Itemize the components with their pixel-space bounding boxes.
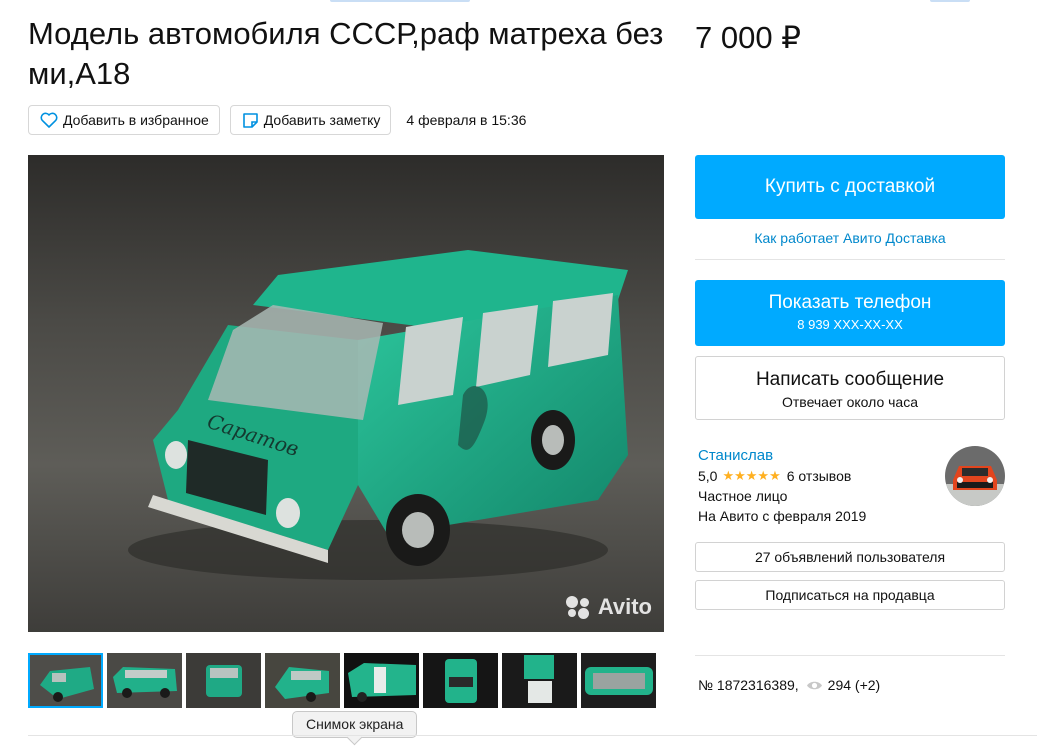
avito-watermark: Avito [565,594,652,620]
thumbnail[interactable] [423,653,498,708]
listing-actions: Добавить в избранное Добавить заметку 4 … [28,105,526,135]
how-delivery-works-link[interactable]: Как работает Авито Доставка [695,230,1005,246]
thumbnail-image [502,653,577,708]
thumbnail[interactable] [186,653,261,708]
toy-van-photo: Саратов [28,155,664,632]
seller-rating-row: 5,0 ★★★★★ 6 отзывов [698,466,938,486]
add-note-button[interactable]: Добавить заметку [229,105,392,135]
view-count: 294 (+2) [827,677,881,693]
thumbnail[interactable] [344,653,419,708]
listing-date: 4 февраля в 15:36 [406,112,527,128]
divider [695,259,1005,260]
add-to-favorites-button[interactable]: Добавить в избранное [28,105,220,135]
seller-since: На Авито с февраля 2019 [698,508,867,524]
thumbnail-image [344,653,419,708]
write-message-label: Написать сообщение [755,369,945,390]
thumbnail-strip [28,653,660,708]
thumbnail[interactable] [28,653,103,708]
seller-avatar[interactable] [945,446,1005,506]
seller-info: Станислав 5,0 ★★★★★ 6 отзывов Частное ли… [698,446,938,526]
subscribe-seller-button[interactable]: Подписаться на продавца [695,580,1005,610]
screenshot-tooltip: Снимок экрана [292,711,418,738]
thumbnail-image [28,653,103,708]
write-message-button[interactable]: Написать сообщение Отвечает около часа [695,356,1005,420]
eye-icon [806,681,822,689]
seller-name-link[interactable]: Станислав [698,446,938,466]
avatar-image [945,446,1005,506]
seller-type: Частное лицо [698,488,788,504]
main-photo[interactable]: Саратов Avito [28,155,664,632]
thumbnail[interactable] [581,653,656,708]
listing-title: Модель автомобиля СССР,раф матреха без м… [28,16,664,91]
star-rating-icon: ★★★★★ [722,468,781,483]
avito-logo-icon [565,596,592,619]
seller-reviews-link[interactable]: 6 отзывов [787,466,852,486]
thumbnail-image [581,653,656,708]
seller-rating: 5,0 [698,468,718,484]
listing-price: 7 000 ₽ [695,20,801,55]
thumbnail[interactable] [502,653,577,708]
heart-icon [40,112,58,128]
thumbnail[interactable] [107,653,182,708]
seller-listings-button[interactable]: 27 объявлений пользователя [695,542,1005,572]
phone-number: 8 939 XXX-XX-XX [797,317,903,332]
thumbnail-image [265,653,340,708]
show-phone-button[interactable]: Показать телефон 8 939 XXX-XX-XX [695,280,1005,346]
thumbnail-image [186,653,261,708]
thumbnail[interactable] [265,653,340,708]
watermark-text: Avito [597,594,652,619]
add-to-favorites-label: Добавить в избранное [63,112,209,128]
thumbnail-image [107,653,182,708]
add-note-label: Добавить заметку [263,112,381,128]
response-time: Отвечает около часа [781,394,919,410]
show-phone-label: Показать телефон [768,292,932,313]
divider [28,735,1037,736]
divider [695,655,1005,656]
buy-with-delivery-button[interactable]: Купить с доставкой [695,155,1005,219]
cut-off-breadcrumb [0,0,1037,4]
note-icon [242,112,258,128]
thumbnail-image [423,653,498,708]
listing-number: № 1872316389, [698,677,799,693]
listing-meta: № 1872316389, 294 (+2) [698,677,880,693]
